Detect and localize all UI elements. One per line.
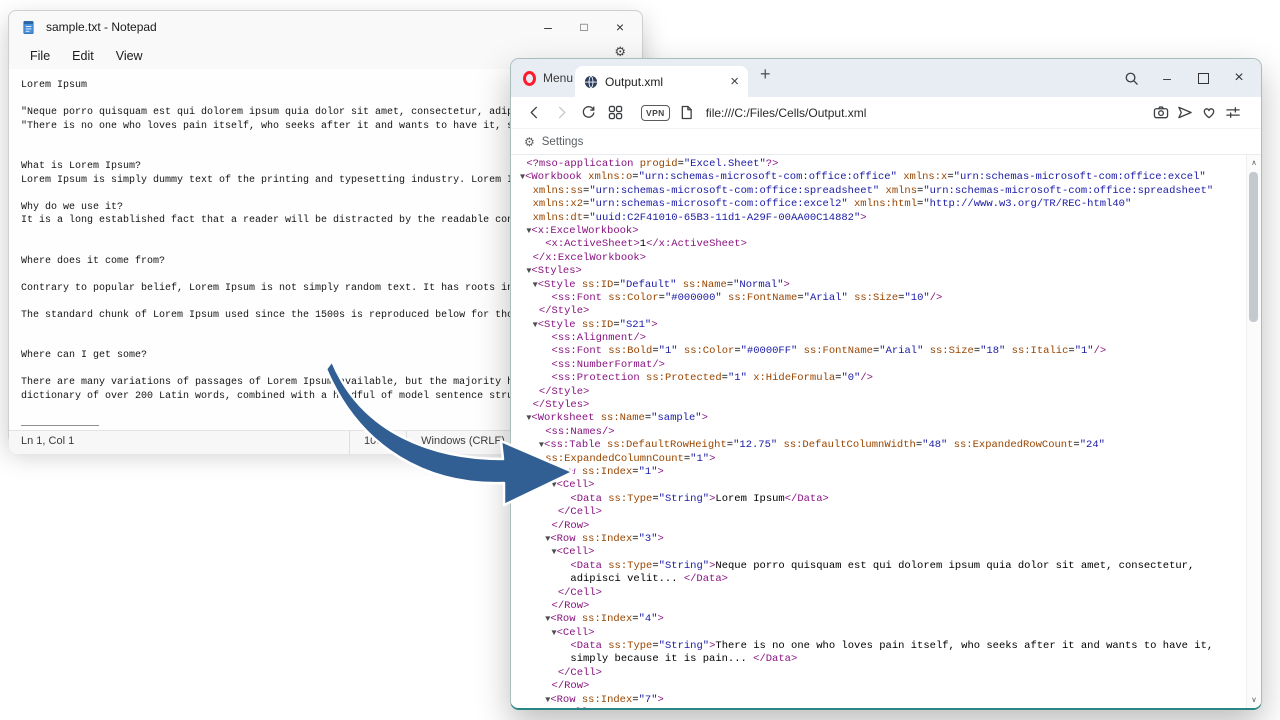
xml-line: ▼<Row ss:Index="1"> [520,466,1241,479]
vpn-badge[interactable]: VPN [641,105,670,121]
menu-file[interactable]: File [19,46,61,66]
tab-strip: Menu Output.xml × + – × [511,59,1261,97]
opera-menu-button[interactable]: Menu [511,59,585,97]
xml-line: ▼<Worksheet ss:Name="sample"> [520,412,1241,425]
xml-line: adipisci velit... </Data> [520,573,1241,586]
browser-window: Menu Output.xml × + – × [510,58,1262,710]
scroll-down-icon[interactable]: ∨ [1247,695,1261,704]
zoom-level: 100% [349,431,406,454]
xml-line: ▼<Cell> [520,479,1241,492]
xml-line: xmlns:dt="uuid:C2F41010-65B3-11d1-A29F-0… [520,212,1241,225]
scrollbar[interactable]: ∧ ∨ [1246,155,1261,708]
forward-icon[interactable] [548,105,575,120]
xml-line: ▼<Workbook xmlns:o="urn:schemas-microsof… [520,171,1241,184]
snapshot-camera-icon[interactable] [1149,105,1173,120]
xml-line: </Cell> [520,667,1241,680]
menu-view[interactable]: View [105,46,154,66]
browser-maximize-button[interactable] [1185,59,1221,97]
xml-line: ▼<Row ss:Index="3"> [520,533,1241,546]
xml-line: <ss:Protection ss:Protected="1" x:HideFo… [520,372,1241,385]
notepad-icon [21,20,36,35]
xml-line: </Style> [520,386,1241,399]
tab-close-icon[interactable]: × [730,73,739,90]
xml-line: ▼<x:ExcelWorkbook> [520,225,1241,238]
xml-line: </Styles> [520,399,1241,412]
bookmarks-bar: ⚙ Settings [511,129,1261,155]
xml-line: </Row> [520,600,1241,613]
xml-line: <?mso-application progid="Excel.Sheet"?> [520,158,1241,171]
xml-line: <Data ss:Type="String">There is no one w… [520,640,1241,653]
url-text[interactable]: file:///C:/Files/Cells/Output.xml [706,106,867,120]
xml-content: <?mso-application progid="Excel.Sheet"?>… [511,155,1261,708]
easy-setup-tune-icon[interactable] [1221,105,1245,120]
browser-close-button[interactable]: × [1221,59,1257,97]
xml-line: </x:ExcelWorkbook> [520,252,1241,265]
menu-edit[interactable]: Edit [61,46,105,66]
close-button[interactable]: × [602,11,638,43]
browser-minimize-button[interactable]: – [1149,59,1185,97]
xml-line: <ss:Font ss:Color="#000000" ss:FontName=… [520,292,1241,305]
address-bar: VPN file:///C:/Files/Cells/Output.xml [511,97,1261,129]
cursor-position: Ln 1, Col 1 [21,435,74,447]
new-tab-button[interactable]: + [760,64,771,85]
page-icon[interactable] [678,105,696,120]
search-icon[interactable] [1113,59,1149,97]
xml-line: ss:ExpandedColumnCount="1"> [520,453,1241,466]
back-icon[interactable] [521,105,548,120]
xml-line: ▼<Style ss:ID="Default" ss:Name="Normal"… [520,279,1241,292]
xml-line: <ss:Names/> [520,426,1241,439]
xml-line: <ss:Alignment/> [520,332,1241,345]
xml-line: simply because it is pain... </Data> [520,653,1241,666]
xml-line: xmlns:ss="urn:schemas-microsoft-com:offi… [520,185,1241,198]
opera-menu-label: Menu [543,71,573,85]
xml-line: ▼<Cell> [520,707,1241,708]
xml-line: <ss:Font ss:Bold="1" ss:Color="#0000FF" … [520,345,1241,358]
notepad-titlebar[interactable]: sample.txt - Notepad – □ × [9,11,642,43]
notepad-title: sample.txt - Notepad [46,20,157,34]
xml-line: </Style> [520,305,1241,318]
scroll-up-icon[interactable]: ∧ [1247,158,1261,167]
send-share-icon[interactable] [1173,105,1197,120]
xml-line: ▼<ss:Table ss:DefaultRowHeight="12.75" s… [520,439,1241,452]
xml-line: </Row> [520,520,1241,533]
xml-line: </Row> [520,680,1241,693]
minimize-button[interactable]: – [530,11,566,43]
settings-gear-icon: ⚙ [524,135,535,149]
xml-viewer: <?mso-application progid="Excel.Sheet"?>… [511,155,1261,708]
speed-dial-icon[interactable] [602,105,629,120]
heart-bookmark-icon[interactable] [1197,105,1221,120]
xml-line: ▼<Cell> [520,627,1241,640]
globe-icon [584,75,598,89]
xml-line: <x:ActiveSheet>1</x:ActiveSheet> [520,238,1241,251]
browser-tab[interactable]: Output.xml × [575,66,748,97]
xml-line: </Cell> [520,587,1241,600]
maximize-button[interactable]: □ [566,11,602,43]
xml-line: ▼<Cell> [520,546,1241,559]
settings-bookmark[interactable]: Settings [542,136,584,148]
xml-line: ▼<Style ss:ID="S21"> [520,319,1241,332]
xml-line: xmlns:x2="urn:schemas-microsoft-com:offi… [520,198,1241,211]
scroll-thumb[interactable] [1249,172,1258,322]
xml-line: <ss:NumberFormat/> [520,359,1241,372]
line-ending: Windows (CRLF) [406,431,519,454]
tab-title: Output.xml [605,75,723,89]
xml-line: <Data ss:Type="String">Lorem Ipsum</Data… [520,493,1241,506]
xml-line: ▼<Styles> [520,265,1241,278]
reload-icon[interactable] [575,105,602,120]
xml-line: ▼<Row ss:Index="7"> [520,694,1241,707]
opera-logo-icon [523,71,536,86]
xml-line: ▼<Row ss:Index="4"> [520,613,1241,626]
xml-line: <Data ss:Type="String">Neque porro quisq… [520,560,1241,573]
xml-line: </Cell> [520,506,1241,519]
